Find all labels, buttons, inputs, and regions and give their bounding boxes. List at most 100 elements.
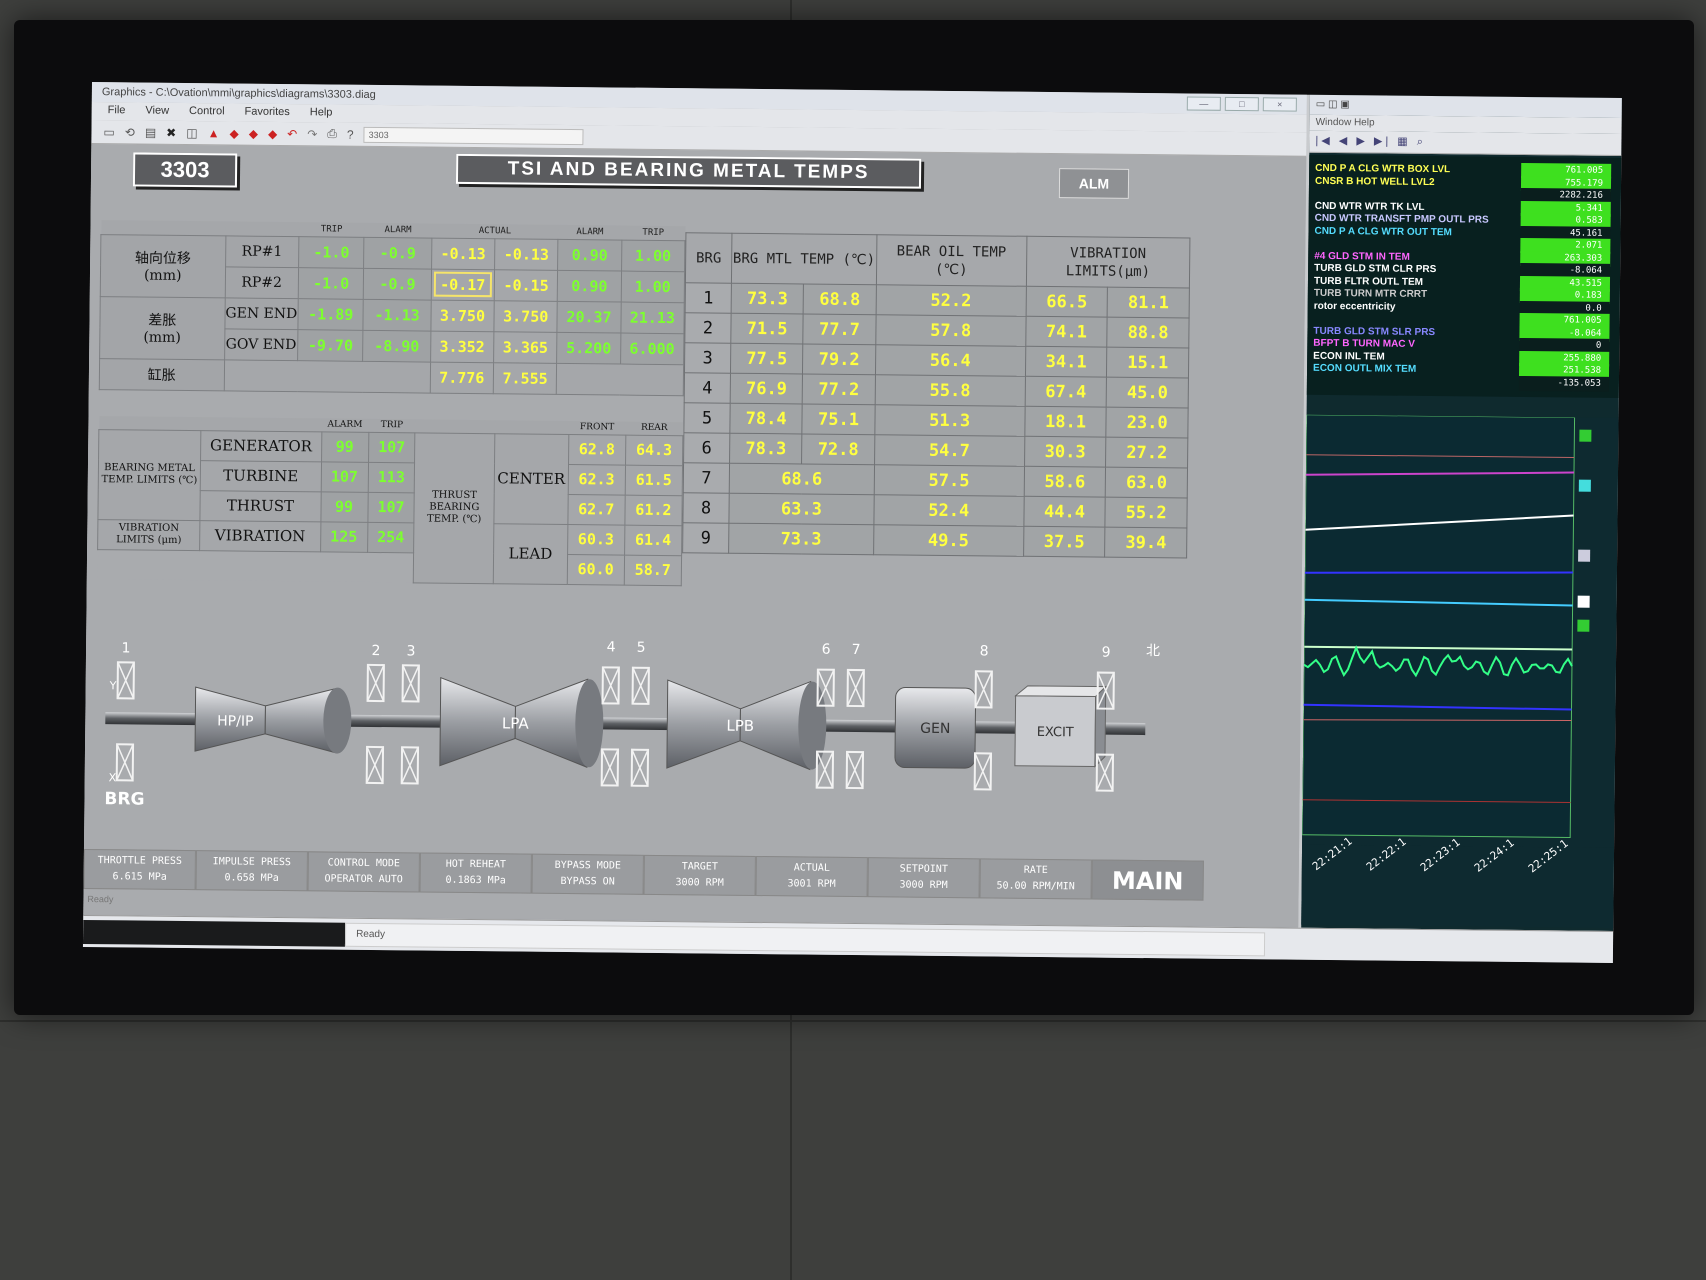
status-value: BYPASS ON <box>560 875 615 888</box>
status-cell[interactable]: IMPULSE PRESS 0.658 MPa <box>195 850 308 892</box>
trend-tag-name[interactable]: TURB TURN MTR CRRT <box>1314 288 1427 300</box>
bearing-number: 6 <box>822 642 831 658</box>
cut-icon[interactable]: ✖ <box>166 125 176 139</box>
col-alarm: ALARM <box>321 418 369 432</box>
last-icon[interactable]: ▶| <box>1374 135 1391 147</box>
thrust-value: 58.7 <box>624 554 682 586</box>
trend-tag-name[interactable]: #4 GLD STM IN TEM <box>1314 250 1410 262</box>
status-cell[interactable]: SETPOINT 3000 RPM <box>867 857 980 899</box>
grid-icon[interactable]: ▦ <box>1397 136 1411 148</box>
nav-left-icon[interactable]: ◆ <box>249 126 258 140</box>
trip-low: -1.89 <box>297 298 364 330</box>
status-cell[interactable]: THROTTLE PRESS 6.615 MPa <box>83 848 196 891</box>
trend-tag-name[interactable]: CND WTR TRANSFT PMP OUTL PRS <box>1315 213 1489 226</box>
thrust-value: 61.4 <box>624 524 682 556</box>
bearing-row: 9 73.3 49.5 37.5 39.4 <box>682 522 1187 558</box>
menu-view[interactable]: View <box>145 105 169 119</box>
trend-tag-name[interactable]: BFPT B TURN MAC V <box>1313 338 1415 350</box>
print-icon[interactable]: ▤ <box>145 125 156 139</box>
col-trip: TRIP <box>298 222 365 237</box>
trend-marker-cyan[interactable] <box>1578 479 1591 492</box>
trend-tag-name[interactable]: CND WTR WTR TK LVL <box>1315 200 1425 212</box>
help-icon[interactable]: ? <box>347 127 354 141</box>
actual-value-selected[interactable]: -0.17 <box>430 268 495 301</box>
probe-cross <box>631 667 650 705</box>
maximize-button[interactable]: □ <box>1224 96 1259 112</box>
menu-help[interactable]: Help <box>310 106 333 120</box>
alarm-high: 0.90 <box>557 238 622 271</box>
printer-icon[interactable]: ⎙ <box>327 126 337 141</box>
thrust-value: 60.0 <box>566 554 625 585</box>
diagram-field[interactable]: 3303 <box>363 126 584 145</box>
thrust-value: 64.3 <box>625 434 683 466</box>
trend-tag-name[interactable]: rotor eccentricity <box>1314 300 1396 312</box>
limit-alarm: 107 <box>320 461 369 492</box>
zoom-icon[interactable]: ⌕ <box>1417 136 1426 148</box>
oil-cell: 51.3 <box>874 404 1025 437</box>
menu-file[interactable]: File <box>108 104 126 118</box>
lead-label: LEAD <box>493 523 568 585</box>
trend-tag-name[interactable]: CND P A CLG WTR BOX LVL <box>1315 163 1450 175</box>
probe-cross <box>973 752 992 790</box>
redo-icon[interactable]: ↷ <box>307 127 317 141</box>
thrust-value: 61.2 <box>624 494 683 526</box>
status-cell[interactable]: TARGET 3000 RPM <box>643 854 756 896</box>
close-button[interactable]: × <box>1262 97 1297 112</box>
status-cell[interactable]: HOT REHEAT 0.1863 MPa <box>419 852 532 894</box>
status-cell[interactable]: CONTROL MODE OPERATOR AUTO <box>307 851 420 893</box>
trend-marker-grey[interactable] <box>1578 549 1591 562</box>
status-cell[interactable]: BYPASS MODE BYPASS ON <box>531 853 644 895</box>
mtl-a-cell: 78.3 <box>729 433 803 464</box>
bearing-number: 9 <box>1102 645 1111 661</box>
menu-control[interactable]: Control <box>189 105 225 119</box>
status-cell[interactable]: RATE 50.00 RPM/MIN <box>979 858 1092 900</box>
trip-low: -1.0 <box>298 236 365 268</box>
open-icon[interactable]: ▭ <box>103 125 114 139</box>
alarm-button[interactable]: ALM <box>1058 168 1130 199</box>
mtl-b-cell: 75.1 <box>802 403 875 435</box>
back-icon[interactable]: ⟲ <box>125 125 135 139</box>
trend-tag-name[interactable]: CNSR B HOT WELL LVL2 <box>1315 175 1435 187</box>
trend-marker-white[interactable] <box>1577 595 1590 608</box>
trend-tag-name[interactable]: TURB FLTR OUTL TEM <box>1314 275 1423 287</box>
next-icon[interactable]: ▶ <box>1356 135 1368 147</box>
trend-marker-green[interactable] <box>1579 429 1592 442</box>
section-label: HP/IP <box>217 713 253 729</box>
trend-tag-name[interactable]: ECON INL TEM <box>1313 350 1385 362</box>
section-label: LPA <box>502 714 530 732</box>
minimize-button[interactable]: — <box>1186 96 1221 111</box>
mtl-b-cell: 77.2 <box>802 373 876 405</box>
first-icon[interactable]: |◀ <box>1315 135 1332 147</box>
vib-x-cell: 74.1 <box>1025 316 1108 348</box>
actual-value: -0.15 <box>494 269 558 301</box>
trend-tag-name[interactable]: CND P A CLG WTR OUT TEM <box>1314 225 1452 237</box>
nav-down-icon[interactable]: ◆ <box>229 126 238 140</box>
nav-up-icon[interactable]: ▲ <box>208 126 220 140</box>
trend-marker-green-2[interactable] <box>1577 619 1590 632</box>
window-icon[interactable]: ◫ <box>186 125 197 139</box>
prev-icon[interactable]: ◀ <box>1339 135 1351 147</box>
status-cell[interactable]: ACTUAL 3001 RPM <box>755 855 868 898</box>
actual-value: 3.352 <box>430 330 494 363</box>
cylinder-expansion-label: 缸胀 <box>99 358 225 391</box>
trend-tag-name[interactable]: ECON OUTL MIX TEM <box>1313 363 1416 375</box>
trend-tag-name[interactable]: TURB GLD STM CLR PRS <box>1314 263 1436 275</box>
page-title: TSI AND BEARING METAL TEMPS <box>455 153 922 189</box>
status-value: OPERATOR AUTO <box>324 873 403 886</box>
center-label: CENTER <box>493 433 569 525</box>
oil-cell: 57.8 <box>875 314 1026 347</box>
main-button[interactable]: MAIN <box>1091 859 1204 901</box>
probe-cross <box>366 664 385 702</box>
vib-y-cell: 39.4 <box>1104 527 1187 558</box>
probe-cross <box>600 749 619 786</box>
trend-toolbar: |◀ ◀ ▶ ▶| ▦ ⌕ <box>1309 130 1622 157</box>
trend-tag-name[interactable]: TURB GLD STM SLR PRS <box>1313 325 1435 337</box>
bearing-number: 7 <box>852 642 861 658</box>
nav-right-icon[interactable]: ◆ <box>268 126 277 140</box>
menu-favorites[interactable]: Favorites <box>244 106 289 120</box>
cylinder-actual: 7.555 <box>493 362 557 394</box>
undo-icon[interactable]: ↶ <box>287 127 297 141</box>
differential-expansion-label: 差胀 (mm) <box>99 296 225 360</box>
trend-chart <box>1302 414 1619 848</box>
vibration-limits-label: VIBRATION LIMITS (μm) <box>97 519 201 551</box>
